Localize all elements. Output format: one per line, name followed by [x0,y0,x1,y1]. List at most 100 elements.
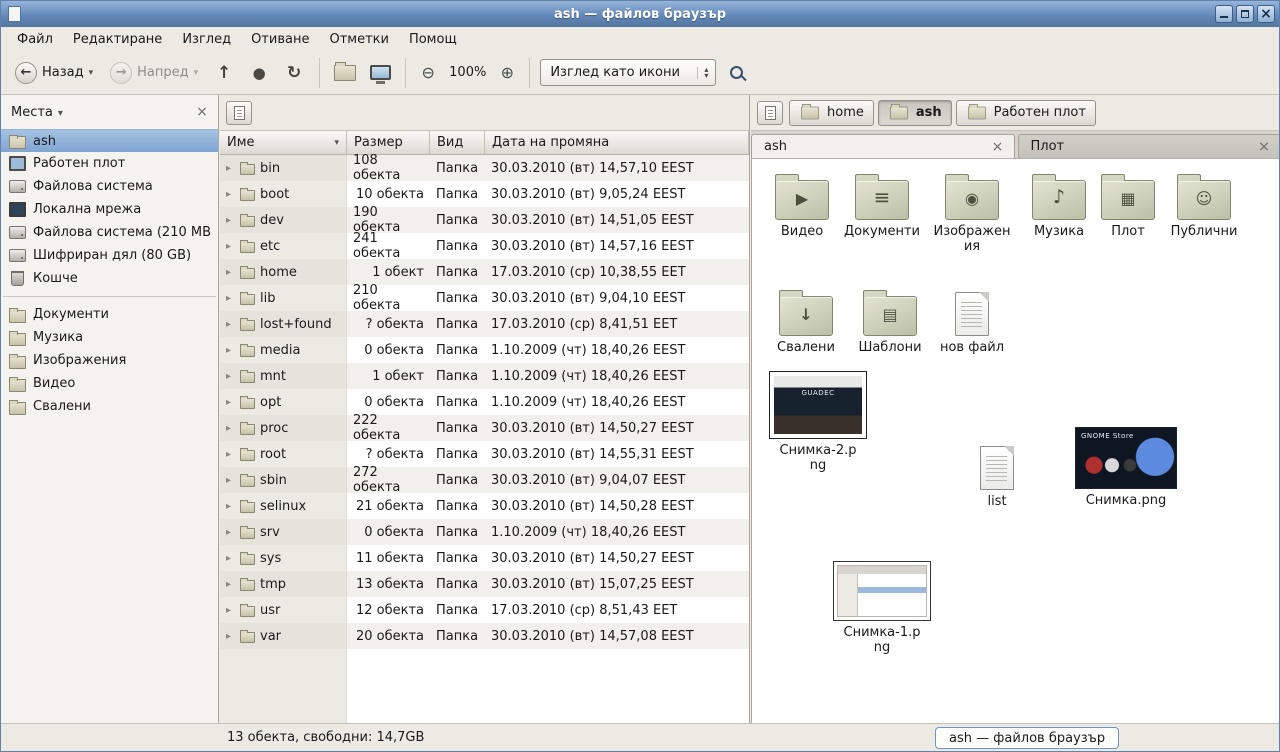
expander-icon[interactable] [226,449,235,460]
expander-icon[interactable] [226,501,235,512]
icon-view[interactable]: Видео Документи Изображения [751,159,1280,725]
sidebar-item[interactable]: Кошче [1,267,218,290]
titlebar[interactable]: ash — файлов браузър [1,1,1279,27]
menu-item[interactable]: Отиване [241,29,319,50]
menu-item[interactable]: Изглед [172,29,241,50]
expander-icon[interactable] [226,475,235,486]
icon-view-item[interactable]: нов файл [932,287,1012,356]
media[interactable]: media 0 обекта Папка 1.10.2009 (чт) 18,4… [220,337,749,363]
icon-view-item[interactable]: Свалени [766,287,846,356]
icon-view-item[interactable]: Изображения [930,171,1014,255]
menu-item[interactable]: Помощ [399,29,467,50]
icon-view-item[interactable]: Видео [762,171,842,240]
icon-view-item[interactable]: Плот [1096,171,1160,240]
tab-close-icon[interactable] [1256,139,1272,155]
expander-icon[interactable] [226,553,235,564]
sidebar-item[interactable]: ash [1,129,218,152]
sidebar-item[interactable]: Файлова система (210 MB) [1,221,218,244]
sidebar-item[interactable]: Музика [1,326,218,349]
icon-view-item[interactable]: Снимка-1.png [830,561,934,656]
selinux[interactable]: selinux 21 обекта Папка 30.03.2010 (вт) … [220,493,749,519]
tab-close-icon[interactable] [990,139,1006,155]
sidebar-item[interactable]: Файлова система [1,175,218,198]
menu-item[interactable]: Редактиране [63,29,172,50]
close-button[interactable] [1257,5,1275,23]
expander-icon[interactable] [226,631,235,642]
expander-icon[interactable] [226,397,235,408]
home[interactable]: home 1 обект Папка 17.03.2010 (ср) 10,38… [220,259,749,285]
var[interactable]: var 20 обекта Папка 30.03.2010 (вт) 14,5… [220,623,749,649]
menu-item[interactable]: Файл [7,29,63,50]
path-button[interactable]: ash [878,100,952,126]
mnt[interactable]: mnt 1 обект Папка 1.10.2009 (чт) 18,40,2… [220,363,749,389]
lost+found[interactable]: lost+found ? обекта Папка 17.03.2010 (ср… [220,311,749,337]
column-header-size[interactable]: Размер [347,131,430,154]
stop-button[interactable] [244,58,274,88]
forward-button[interactable]: Напред [104,58,204,88]
expander-icon[interactable] [226,293,235,304]
expander-icon[interactable] [226,319,235,330]
column-header-type[interactable]: Вид [430,131,485,154]
location-toggle-button[interactable] [226,101,252,125]
icon-view-item[interactable]: Публични [1164,171,1244,240]
expander-icon[interactable] [226,527,235,538]
icon-view-item[interactable]: list [962,441,1032,510]
expander-icon[interactable] [226,579,235,590]
expander-icon[interactable] [226,163,235,174]
path-button[interactable]: Работен плот [956,100,1096,126]
lib[interactable]: lib 210 обекта Папка 30.03.2010 (вт) 9,0… [220,285,749,311]
path-button[interactable]: home [789,100,874,126]
icon-view-item[interactable]: Шаблони [850,287,930,356]
zoom-in-button[interactable] [495,61,519,85]
icon-view-item[interactable]: GNOME Store Снимка.png [1072,427,1180,509]
back-history-dropdown-icon[interactable] [89,68,94,78]
home-button[interactable] [330,58,360,88]
location-toggle-button[interactable] [757,101,783,125]
chevron-down-icon[interactable] [58,105,63,120]
sidebar-item[interactable]: Документи [1,303,218,326]
sys[interactable]: sys 11 обекта Папка 30.03.2010 (вт) 14,5… [220,545,749,571]
zoom-out-button[interactable] [416,61,440,85]
expander-icon[interactable] [226,371,235,382]
icon-view-item[interactable]: Документи [842,171,922,240]
column-header-name[interactable]: Име [220,131,347,154]
proc[interactable]: proc 222 обекта Папка 30.03.2010 (вт) 14… [220,415,749,441]
maximize-button[interactable] [1236,5,1254,23]
tab[interactable]: ash [751,134,1015,158]
up-button[interactable] [209,58,239,88]
computer-button[interactable] [365,58,395,88]
back-button[interactable]: Назад [9,58,99,88]
menu-item[interactable]: Отметки [319,29,398,50]
etc[interactable]: etc 241 обекта Папка 30.03.2010 (вт) 14,… [220,233,749,259]
sidebar-item[interactable]: Изображения [1,349,218,372]
opt[interactable]: opt 0 обекта Папка 1.10.2009 (чт) 18,40,… [220,389,749,415]
search-button[interactable] [721,58,751,88]
sidebar-item[interactable]: Работен плот [1,152,218,175]
expander-icon[interactable] [226,423,235,434]
expander-icon[interactable] [226,215,235,226]
sidebar-item[interactable]: Шифриран дял (80 GB) [1,244,218,267]
expander-icon[interactable] [226,345,235,356]
usr[interactable]: usr 12 обекта Папка 17.03.2010 (ср) 8,51… [220,597,749,623]
icon-view-item[interactable]: Музика [1024,171,1094,240]
sbin[interactable]: sbin 272 обекта Папка 30.03.2010 (вт) 9,… [220,467,749,493]
taskbar-window-button[interactable]: ash — файлов браузър [935,727,1119,749]
expander-icon[interactable] [226,267,235,278]
tab[interactable]: Плот [1018,134,1280,158]
dev[interactable]: dev 190 обекта Папка 30.03.2010 (вт) 14,… [220,207,749,233]
reload-button[interactable] [279,58,309,88]
tmp[interactable]: tmp 13 обекта Папка 30.03.2010 (вт) 15,0… [220,571,749,597]
expander-icon[interactable] [226,605,235,616]
sidebar-close-icon[interactable] [194,104,210,120]
sidebar-item[interactable]: Свалени [1,395,218,418]
icon-view-item[interactable]: GUADEC Снимка-2.png [766,371,870,474]
column-header-date[interactable]: Дата на промяна [485,131,749,154]
bin[interactable]: bin 108 обекта Папка 30.03.2010 (вт) 14,… [220,155,749,181]
root[interactable]: root ? обекта Папка 30.03.2010 (вт) 14,5… [220,441,749,467]
srv[interactable]: srv 0 обекта Папка 1.10.2009 (чт) 18,40,… [220,519,749,545]
minimize-button[interactable] [1215,5,1233,23]
boot[interactable]: boot 10 обекта Папка 30.03.2010 (вт) 9,0… [220,181,749,207]
sidebar-item[interactable]: Видео [1,372,218,395]
expander-icon[interactable] [226,189,235,200]
view-mode-select[interactable]: Изглед като икони [540,59,716,86]
